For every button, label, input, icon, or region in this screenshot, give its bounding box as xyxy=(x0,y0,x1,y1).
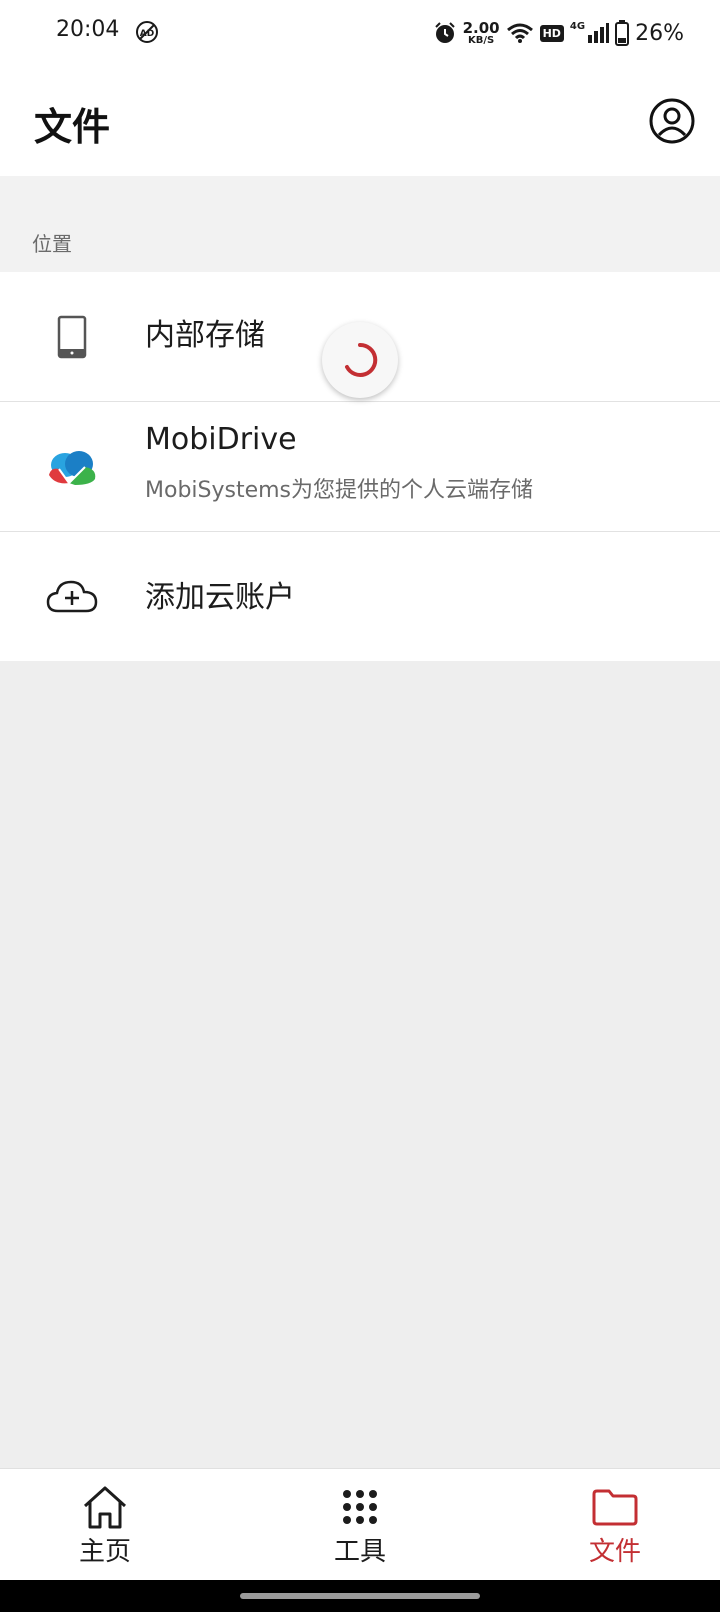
nav-files[interactable]: 文件 xyxy=(545,1469,685,1581)
phone-icon xyxy=(40,305,104,369)
no-ads-icon: AD xyxy=(136,21,158,43)
wifi-icon xyxy=(506,23,533,43)
bottom-nav: 主页 工具 文件 xyxy=(0,1468,720,1580)
battery-percent: 26% xyxy=(635,20,684,46)
svg-text:AD: AD xyxy=(140,29,154,39)
section-label: 位置 xyxy=(32,232,72,256)
alarm-icon xyxy=(434,22,455,43)
gesture-handle[interactable] xyxy=(240,1593,480,1599)
account-button[interactable] xyxy=(648,97,696,145)
location-mobidrive[interactable]: MobiDrive MobiSystems为您提供的个人云端存储 xyxy=(0,402,720,532)
location-title: MobiDrive xyxy=(145,422,297,457)
nav-label: 文件 xyxy=(588,1537,641,1567)
signal-icon xyxy=(588,23,610,43)
nav-home[interactable]: 主页 xyxy=(35,1469,175,1581)
folder-icon xyxy=(589,1483,641,1531)
system-gesture-bar xyxy=(0,1580,720,1612)
location-title: 内部存储 xyxy=(145,318,265,353)
nav-label: 工具 xyxy=(333,1537,386,1567)
mobidrive-icon xyxy=(40,435,104,499)
net-speed: 2.00 KB/S xyxy=(462,18,500,46)
page-title: 文件 xyxy=(34,105,111,149)
nav-label: 主页 xyxy=(78,1537,131,1567)
status-bar: 20:04 AD 2.00 KB/S HD 4G 26% xyxy=(0,0,720,66)
loading-spinner xyxy=(322,322,398,398)
location-subtitle: MobiSystems为您提供的个人云端存储 xyxy=(145,478,534,503)
section-header: 位置 xyxy=(0,176,720,272)
home-icon xyxy=(79,1483,131,1531)
nav-tools[interactable]: 工具 xyxy=(290,1469,430,1581)
status-time: 20:04 xyxy=(56,17,120,42)
hd-badge: HD xyxy=(539,24,564,42)
status-icons: 2.00 KB/S HD 4G 26% xyxy=(433,16,684,50)
cloud-add-icon xyxy=(40,565,104,629)
network-type: 4G xyxy=(569,20,586,32)
location-add-cloud-account[interactable]: 添加云账户 xyxy=(0,532,720,661)
app-bar: 文件 xyxy=(0,66,720,176)
location-title: 添加云账户 xyxy=(145,580,295,615)
battery-icon xyxy=(615,20,630,46)
account-icon xyxy=(649,98,695,144)
spinner-icon xyxy=(345,342,378,377)
grid-icon xyxy=(334,1483,386,1531)
